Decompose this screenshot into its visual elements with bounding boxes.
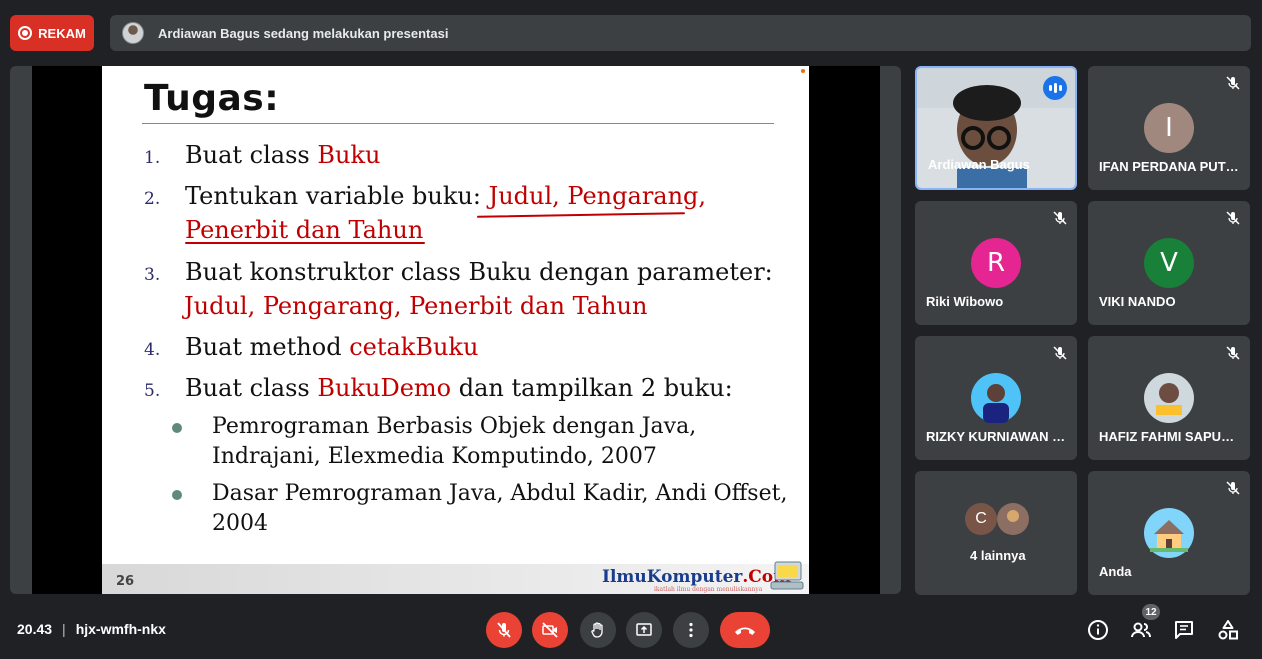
speaking-indicator-icon (1043, 76, 1067, 100)
participant-name: Riki Wibowo (926, 294, 1004, 309)
raise-hand-button[interactable] (580, 612, 616, 648)
slide-title: Tugas: (144, 78, 280, 119)
avatar (1144, 373, 1194, 423)
slide-item-4: 4. Buat method cetakBuku (144, 333, 479, 361)
record-label: REKAM (38, 25, 86, 41)
mic-off-icon (1226, 346, 1240, 360)
participant-tile[interactable]: R Riki Wibowo (915, 201, 1077, 325)
chat-icon (1175, 621, 1193, 639)
avatar: I (1144, 103, 1194, 153)
present-screen-button[interactable] (626, 612, 662, 648)
avatar: R (971, 238, 1021, 288)
presenter-avatar (122, 22, 144, 44)
computer-icon (770, 561, 804, 590)
record-icon (18, 26, 33, 40)
hand-icon (591, 622, 603, 638)
book-2-line2: 2004 (212, 511, 268, 536)
present-icon (636, 623, 652, 636)
info-icon (1088, 620, 1108, 640)
hang-up-icon (735, 627, 755, 635)
end-call-button[interactable] (720, 612, 770, 648)
top-bar: REKAM Ardiawan Bagus sedang melakukan pr… (0, 0, 1262, 62)
people-button[interactable] (1129, 618, 1153, 642)
indicator-dot (801, 69, 805, 73)
mic-off-icon (1226, 211, 1240, 225)
presenting-banner: Ardiawan Bagus sedang melakukan presenta… (110, 15, 1251, 51)
clock-time: 20.43 (17, 621, 53, 637)
participant-tile-self[interactable]: Anda (1088, 471, 1250, 595)
participant-name: Ardiawan Bagus (928, 157, 1030, 172)
slide-page-number: 26 (116, 574, 135, 589)
participant-tile[interactable]: Ardiawan Bagus (915, 66, 1077, 190)
avatar (1144, 508, 1194, 558)
chat-button[interactable] (1172, 618, 1196, 642)
meeting-info: 20.43 | hjx-wmfh-nkx (17, 621, 166, 637)
participant-name: IFAN PERDANA PUTRA (1099, 159, 1239, 174)
participant-tile-others[interactable]: C 4 lainnya (915, 471, 1077, 595)
people-icon (1131, 622, 1151, 638)
camera-toggle-button[interactable] (532, 612, 568, 648)
avatar (997, 503, 1029, 535)
avatar: C (965, 503, 997, 535)
camera-off-icon (542, 622, 558, 638)
mic-off-icon (1053, 211, 1067, 225)
participant-name: RIZKY KURNIAWAN S... (926, 429, 1066, 444)
mic-off-icon (1226, 481, 1240, 495)
presentation-stage[interactable]: Tugas: 1. Buat class Buku 2. Tentukan vari… (10, 66, 901, 594)
bullet-icon (172, 490, 182, 500)
activities-button[interactable] (1216, 618, 1240, 642)
avatar: V (1144, 238, 1194, 288)
meeting-code[interactable]: hjx-wmfh-nkx (76, 621, 166, 637)
bullet-icon (172, 423, 182, 433)
mic-off-icon (1053, 346, 1067, 360)
people-count-badge: 12 (1142, 604, 1160, 620)
record-button[interactable]: REKAM (10, 15, 94, 51)
slide-item-3: 3. Buat konstruktor class Buku dengan par… (144, 258, 773, 286)
slide-item-1: 1. Buat class Buku (144, 141, 381, 169)
brand-logo: IlmuKomputer.Com (602, 567, 792, 587)
meeting-details-button[interactable] (1086, 618, 1110, 642)
slide-item-3-line2: Judul, Pengarang, Penerbit dan Tahun (184, 292, 648, 320)
mic-toggle-button[interactable] (486, 612, 522, 648)
slide-item-2: 2. Tentukan variable buku: Judul, Pengara… (144, 182, 707, 210)
book-1-line2: Indrajani, Elexmedia Komputindo, 2007 (212, 444, 657, 469)
activities-icon (1218, 620, 1238, 640)
participant-tile[interactable]: I IFAN PERDANA PUTRA (1088, 66, 1250, 190)
book-1-line1: Pemrograman Berbasis Objek dengan Java, (212, 414, 697, 439)
brand-tagline: ikatlah ilmu dengan menuliskannya (654, 586, 763, 593)
mic-off-icon (1226, 76, 1240, 90)
avatar (971, 373, 1021, 423)
title-divider (142, 123, 774, 124)
mic-off-icon (497, 622, 511, 638)
book-2-line1: Dasar Pemrograman Java, Abdul Kadir, And… (212, 481, 788, 506)
participant-name: HAFIZ FAHMI SAPUTRO (1099, 429, 1239, 444)
participant-tile[interactable]: V VIKI NANDO (1088, 201, 1250, 325)
annotation-underline (185, 242, 425, 244)
participant-name: VIKI NANDO (1099, 294, 1176, 309)
participant-name: Anda (1099, 564, 1132, 579)
participant-tile[interactable]: HAFIZ FAHMI SAPUTRO (1088, 336, 1250, 460)
control-bar: 20.43 | hjx-wmfh-nkx 12 (0, 600, 1262, 659)
presenting-text: Ardiawan Bagus sedang melakukan presenta… (158, 25, 449, 41)
slide-item-5: 5. Buat class BukuDemo dan tampilkan 2 bu… (144, 374, 733, 402)
more-vert-icon (689, 622, 693, 638)
divider: | (62, 621, 66, 637)
participant-tile[interactable]: RIZKY KURNIAWAN S... (915, 336, 1077, 460)
more-options-button[interactable] (673, 612, 709, 648)
participant-name: 4 lainnya (970, 548, 1026, 563)
screen-share: Tugas: 1. Buat class Buku 2. Tentukan vari… (32, 66, 880, 594)
slide: Tugas: 1. Buat class Buku 2. Tentukan vari… (102, 66, 809, 594)
